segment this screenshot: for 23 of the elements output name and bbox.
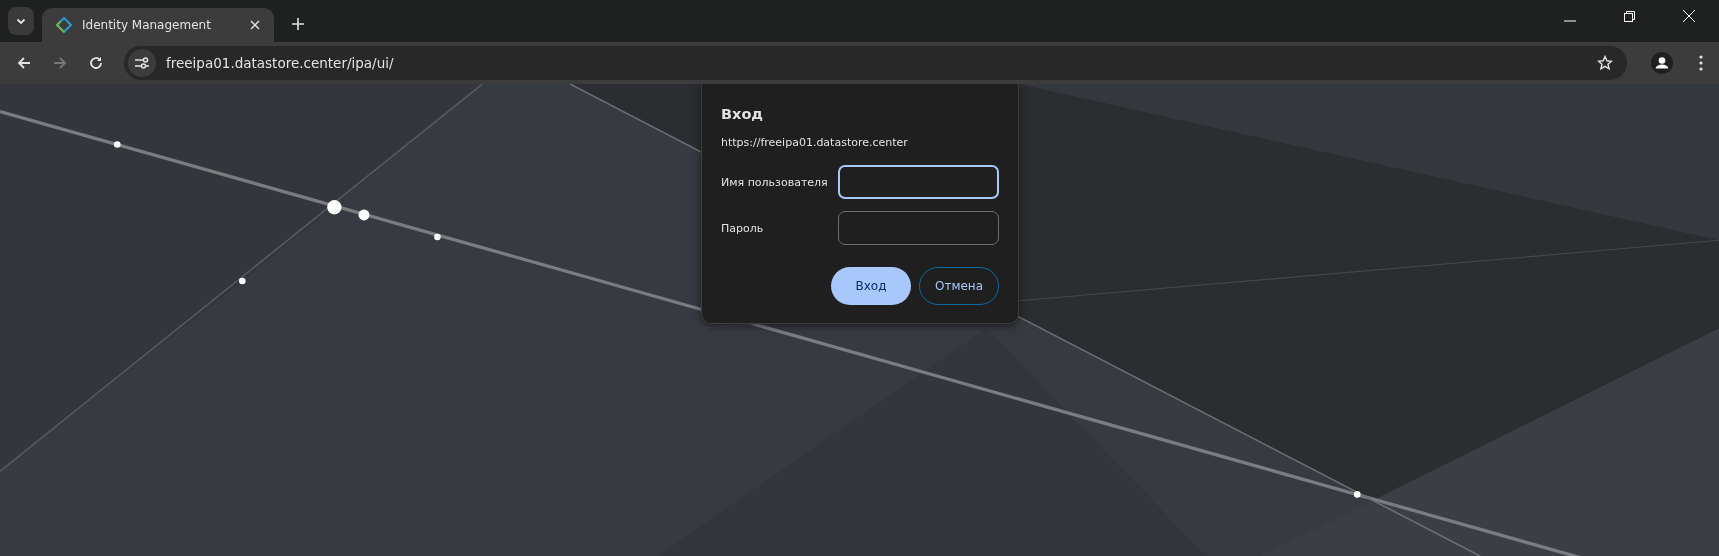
- profile-icon[interactable]: [1651, 52, 1673, 74]
- restore-icon[interactable]: [1624, 11, 1635, 22]
- dialog-title: Вход: [721, 106, 765, 122]
- back-icon[interactable]: [16, 55, 32, 71]
- diamond-logo-icon: [56, 17, 72, 33]
- field-label: Имя пользователя: [721, 175, 828, 189]
- sign-in-button[interactable]: Вход: [831, 267, 911, 305]
- menu-icon[interactable]: [1699, 55, 1703, 71]
- tab-list-button[interactable]: [8, 7, 34, 35]
- field-label: Пароль: [721, 221, 765, 235]
- reload-icon[interactable]: [88, 55, 104, 71]
- star-icon[interactable]: [1597, 55, 1613, 71]
- tab-title: Identity Management: [82, 18, 212, 32]
- site-settings-icon[interactable]: [128, 49, 156, 77]
- password-field[interactable]: [837, 211, 999, 245]
- close-icon[interactable]: [250, 20, 260, 30]
- new-tab-icon[interactable]: [292, 18, 304, 30]
- browser-tab[interactable]: Identity Management: [42, 8, 274, 42]
- site-origin: https://freeipa01.datastore.center: [721, 136, 909, 149]
- address-bar[interactable]: freeipa01.datastore.center/ipa/ui/: [124, 46, 1627, 80]
- username-field[interactable]: [837, 165, 999, 199]
- forward-icon[interactable]: [52, 55, 68, 71]
- url-text: freeipa01.datastore.center/ipa/ui/: [166, 55, 394, 71]
